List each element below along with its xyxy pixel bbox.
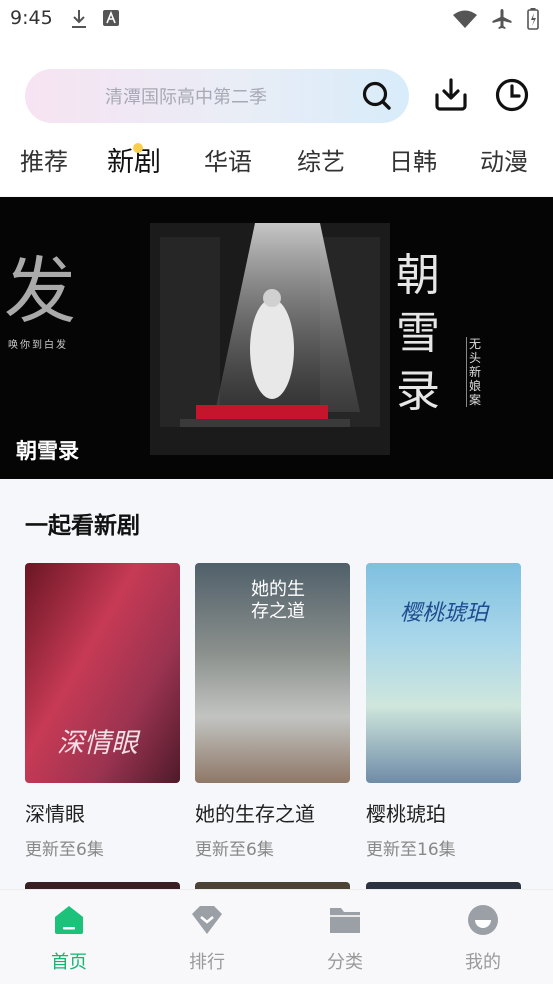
- poster-text: 深情眼: [57, 728, 138, 759]
- wifi-icon: [453, 10, 477, 28]
- nav-ranking[interactable]: 排行: [167, 904, 247, 974]
- section-title: 一起看新剧: [25, 513, 140, 539]
- tab-recommend[interactable]: 推荐: [20, 142, 68, 177]
- nav-ranking-label: 排行: [189, 952, 225, 973]
- search-bar[interactable]: 清潭国际高中第二季: [25, 69, 409, 123]
- nav-profile[interactable]: 我的: [443, 904, 523, 974]
- card-title: 她的生存之道: [195, 802, 315, 826]
- poster-text: 樱桃琥珀: [400, 601, 489, 626]
- banner-art-text-small: 唤你到白发: [8, 340, 68, 351]
- tab-japan-korea[interactable]: 日韩: [389, 142, 437, 177]
- tab-anime[interactable]: 动漫: [480, 142, 528, 177]
- active-tab-indicator: [133, 143, 143, 153]
- poster-image: 她的生存之道: [195, 563, 350, 783]
- battery-icon: [527, 8, 539, 30]
- search-placeholder: 清潭国际高中第二季: [105, 87, 267, 108]
- rank-icon: [192, 906, 222, 934]
- category-tabs: 推荐 新剧 华语 综艺 日韩 动漫: [0, 138, 553, 188]
- status-bar: 9:45: [0, 0, 553, 40]
- drama-card[interactable]: 樱桃琥珀 樱桃琥珀 更新至16集: [366, 563, 521, 860]
- nav-category-label: 分类: [327, 952, 363, 973]
- nav-profile-label: 我的: [465, 952, 501, 973]
- drama-card[interactable]: 她的生存之道 她的生存之道 更新至6集: [195, 563, 350, 860]
- airplane-icon: [492, 9, 512, 29]
- status-time: 9:45: [10, 7, 53, 29]
- banner-art-text-right: 朝雪录: [396, 250, 440, 417]
- nav-category[interactable]: 分类: [305, 904, 385, 974]
- nav-home-label: 首页: [51, 952, 87, 973]
- history-clock-icon[interactable]: [494, 77, 530, 113]
- download-status-icon: [72, 10, 86, 28]
- drama-card[interactable]: 深情眼 深情眼 更新至6集: [25, 563, 180, 860]
- card-subtitle: 更新至6集: [25, 840, 104, 860]
- tab-variety[interactable]: 综艺: [297, 142, 345, 177]
- card-title: 深情眼: [25, 802, 85, 826]
- hero-banner[interactable]: 发 唤你到白发 朝雪录 无头新娘案 朝雪录: [0, 197, 553, 479]
- banner-art-tag: 无头新娘案: [466, 337, 483, 407]
- profile-icon: [468, 905, 498, 935]
- tab-chinese[interactable]: 华语: [204, 142, 252, 177]
- banner-title: 朝雪录: [16, 439, 79, 463]
- header: 清潭国际高中第二季 推荐 新剧 华语 综艺 日韩 动漫: [0, 40, 553, 196]
- poster-image: 深情眼: [25, 563, 180, 783]
- app-notification-icon: [103, 10, 119, 26]
- card-title: 樱桃琥珀: [366, 802, 446, 826]
- banner-art-text-left: 发: [4, 249, 77, 333]
- card-subtitle: 更新至16集: [366, 840, 456, 860]
- poster-image: 樱桃琥珀: [366, 563, 521, 783]
- nav-home[interactable]: 首页: [29, 904, 109, 974]
- folder-icon: [330, 908, 360, 933]
- search-icon[interactable]: [361, 80, 393, 112]
- home-icon: [55, 906, 83, 934]
- poster-text: 她的生存之道: [251, 579, 305, 622]
- download-icon[interactable]: [433, 77, 469, 113]
- bottom-navigation: 首页 排行 分类 我的: [0, 889, 553, 984]
- card-subtitle: 更新至6集: [195, 840, 274, 860]
